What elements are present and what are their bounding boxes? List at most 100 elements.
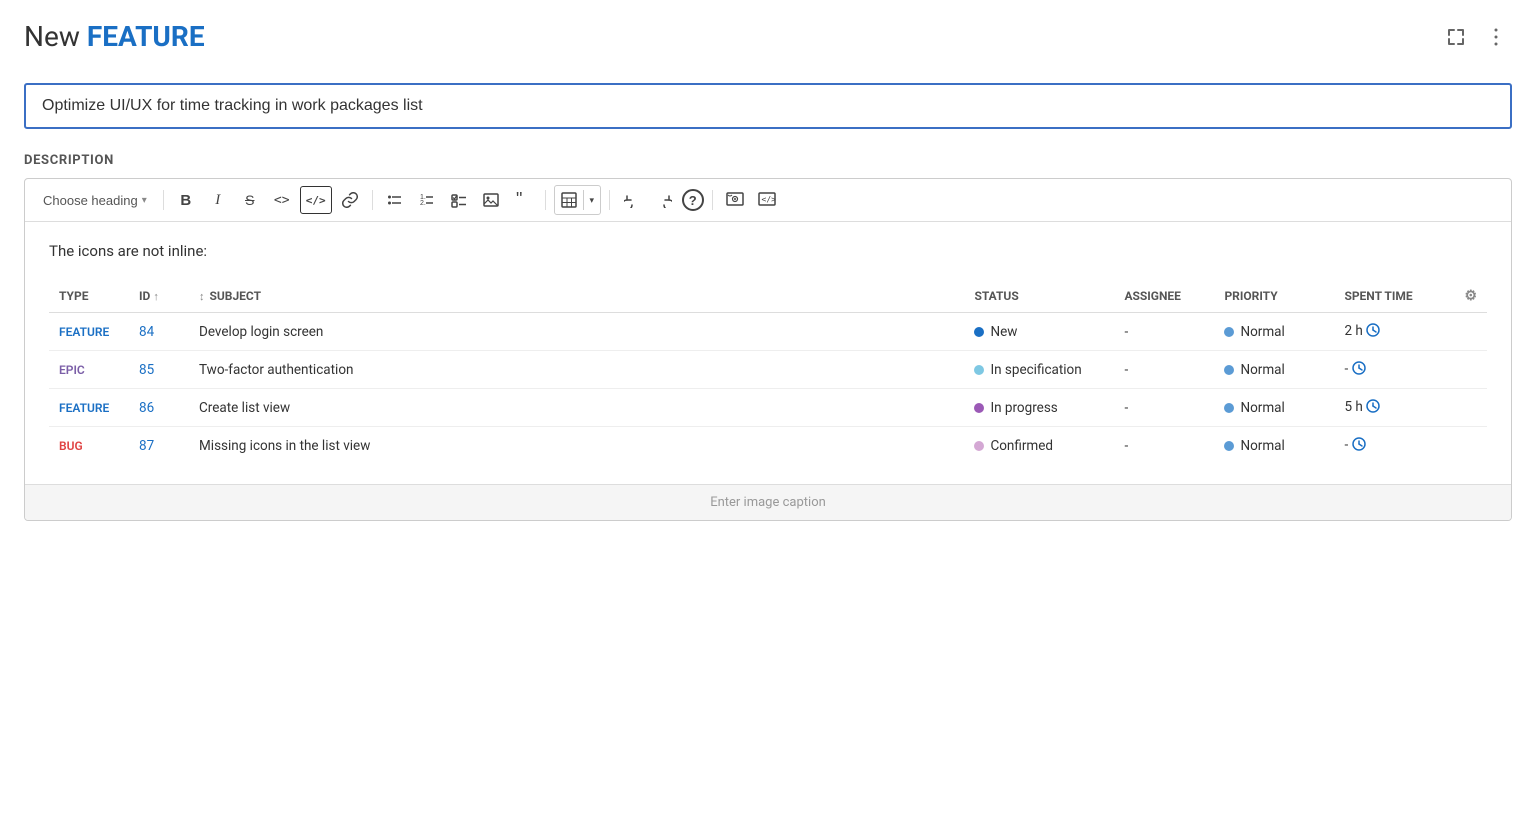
work-packages-table: TYPE ID ↑ ↕ SUBJECT xyxy=(49,280,1487,464)
row-3-subject: Missing icons in the list view xyxy=(189,427,964,465)
subject-sort-button[interactable]: ↕ SUBJECT xyxy=(199,289,261,303)
row-3-type[interactable]: BUG xyxy=(59,439,83,453)
col-header-status: STATUS xyxy=(964,280,1114,313)
heading-label: Choose heading xyxy=(43,193,138,208)
row-3-status: Confirmed xyxy=(964,427,1114,465)
row-0-id-link[interactable]: 84 xyxy=(139,324,154,340)
code-block-button[interactable]: </> xyxy=(300,186,332,214)
source-button[interactable]: </> xyxy=(753,186,781,214)
preview-button[interactable] xyxy=(721,186,749,214)
strike-icon: S xyxy=(245,192,254,208)
row-1-priority-dot xyxy=(1224,365,1234,375)
table-row: BUG 87 Missing icons in the list viewConfi… xyxy=(49,427,1487,465)
row-2-id-link[interactable]: 86 xyxy=(139,400,154,416)
numbered-list-button[interactable]: 1. 2. xyxy=(413,186,441,214)
table-dropdown-button[interactable]: ▾ xyxy=(584,186,600,214)
heading-dropdown[interactable]: Choose heading ▾ xyxy=(35,189,155,212)
toolbar-separator-3 xyxy=(545,190,546,210)
link-button[interactable] xyxy=(336,186,364,214)
row-3-priority-dot xyxy=(1224,441,1234,451)
row-3-priority: Normal xyxy=(1214,427,1334,465)
col-header-assignee: ASSIGNEE xyxy=(1114,280,1214,313)
id-sort-icon: ↑ xyxy=(153,290,159,303)
toolbar-separator-1 xyxy=(163,190,164,210)
col-header-subject[interactable]: ↕ SUBJECT xyxy=(189,280,964,313)
row-2-priority-dot xyxy=(1224,403,1234,413)
row-1-status: In specification xyxy=(964,351,1114,389)
row-1-status-dot xyxy=(974,365,984,375)
table-chevron-icon: ▾ xyxy=(589,195,594,206)
editor-intro-text: The icons are not inline: xyxy=(49,242,1487,260)
id-sort-button[interactable]: ID ↑ xyxy=(139,289,159,303)
bullet-list-button[interactable] xyxy=(381,186,409,214)
clock-icon xyxy=(1352,361,1366,375)
row-0-assignee: - xyxy=(1114,313,1214,351)
quote-icon: " xyxy=(515,192,531,208)
table-body: FEATURE84Develop login screenNew-Normal2… xyxy=(49,313,1487,465)
description-label: DESCRIPTION xyxy=(24,153,1512,168)
col-header-priority: PRIORITY xyxy=(1214,280,1334,313)
undo-icon xyxy=(624,192,640,208)
row-0-type[interactable]: FEATURE xyxy=(59,325,109,339)
italic-button[interactable]: I xyxy=(204,186,232,214)
row-0-subject: Develop login screen xyxy=(189,313,964,351)
source-icon: </> xyxy=(758,192,776,208)
editor-container: Choose heading ▾ B I S <> </> xyxy=(24,178,1512,521)
page-title: New FEATURE xyxy=(24,20,205,53)
bullet-list-icon xyxy=(387,192,403,208)
col-header-id[interactable]: ID ↑ xyxy=(129,280,189,313)
row-1-id-link[interactable]: 85 xyxy=(139,362,154,378)
image-caption[interactable]: Enter image caption xyxy=(25,484,1511,520)
strikethrough-button[interactable]: S xyxy=(236,186,264,214)
row-2-status-dot xyxy=(974,403,984,413)
help-button[interactable]: ? xyxy=(682,189,704,211)
expand-button[interactable] xyxy=(1440,21,1472,53)
expand-icon xyxy=(1447,28,1465,46)
image-button[interactable] xyxy=(477,186,505,214)
toolbar-separator-5 xyxy=(712,190,713,210)
numbered-list-icon: 1. 2. xyxy=(419,192,435,208)
table-row: EPIC 85 Two-factor authenticationIn specif… xyxy=(49,351,1487,389)
toolbar-separator-4 xyxy=(609,190,610,210)
svg-text:</>: </> xyxy=(761,195,776,204)
row-2-log-time-button[interactable] xyxy=(1366,399,1380,416)
undo-button[interactable] xyxy=(618,186,646,214)
row-0-spent-time: 2 h xyxy=(1334,313,1454,351)
more-options-button[interactable] xyxy=(1480,21,1512,53)
quote-button[interactable]: " xyxy=(509,186,537,214)
toolbar-separator-2 xyxy=(372,190,373,210)
row-0-log-time-button[interactable] xyxy=(1366,323,1380,340)
title-new: New xyxy=(24,20,80,53)
col-header-settings[interactable]: ⚙ xyxy=(1454,280,1487,313)
clock-icon xyxy=(1366,399,1380,413)
task-list-icon xyxy=(451,192,467,208)
task-list-button[interactable] xyxy=(445,186,473,214)
heading-chevron-icon: ▾ xyxy=(142,195,147,206)
row-3-status-dot xyxy=(974,441,984,451)
redo-button[interactable] xyxy=(650,186,678,214)
bold-button[interactable]: B xyxy=(172,186,200,214)
page-header: New FEATURE xyxy=(24,20,1512,53)
inline-code-button[interactable]: <> xyxy=(268,186,296,214)
row-2-assignee: - xyxy=(1114,389,1214,427)
row-2-type[interactable]: FEATURE xyxy=(59,401,109,415)
row-2-spent-time: 5 h xyxy=(1334,389,1454,427)
settings-gear-icon[interactable]: ⚙ xyxy=(1464,288,1477,304)
image-caption-text: Enter image caption xyxy=(710,495,826,510)
row-1-type[interactable]: EPIC xyxy=(59,363,85,377)
row-3-id-link[interactable]: 87 xyxy=(139,438,154,454)
row-3-assignee: - xyxy=(1114,427,1214,465)
row-0-settings xyxy=(1454,313,1487,351)
table-button[interactable] xyxy=(555,186,583,214)
row-3-log-time-button[interactable] xyxy=(1352,437,1366,454)
table-icon xyxy=(561,192,577,208)
clock-icon xyxy=(1352,437,1366,451)
row-2-settings xyxy=(1454,389,1487,427)
row-1-subject: Two-factor authentication xyxy=(189,351,964,389)
row-2-status: In progress xyxy=(964,389,1114,427)
redo-icon xyxy=(656,192,672,208)
image-icon xyxy=(483,192,499,208)
subject-input[interactable] xyxy=(24,83,1512,129)
row-1-log-time-button[interactable] xyxy=(1352,361,1366,378)
row-2-priority: Normal xyxy=(1214,389,1334,427)
